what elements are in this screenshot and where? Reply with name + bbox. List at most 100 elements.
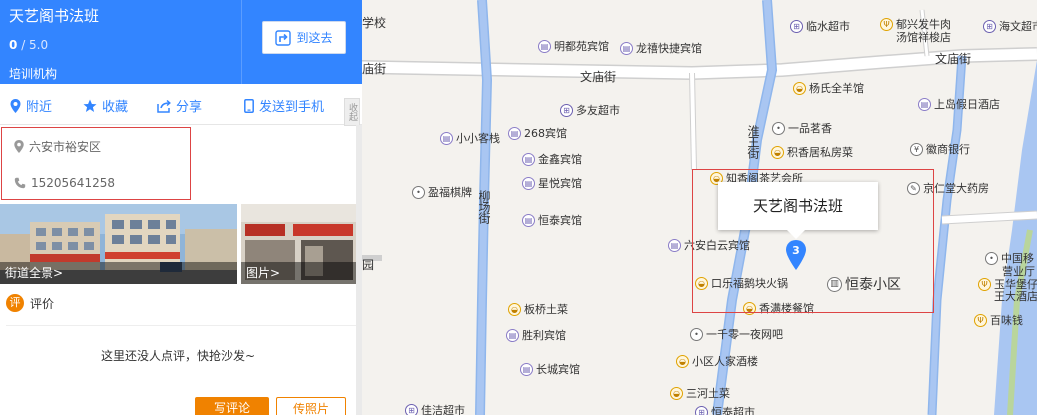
shop-icon: ⊞ [983,19,996,33]
poi-14[interactable]: ▤ 金鑫宾馆 [522,151,582,167]
callout-arrow [787,230,805,239]
review-divider [6,325,356,326]
street-label-liuchang: 柳场街 [477,190,491,223]
panel-scrollbar[interactable] [356,125,362,415]
hotel-icon: ▤ [918,97,931,111]
bank-icon: ¥ [910,142,923,156]
poi-15[interactable]: ▤ 星悦宾馆 [522,175,582,191]
street-label-miao: 庙街 [362,62,387,76]
estate-label[interactable]: ▥ 恒泰小区 [827,274,901,294]
review-badge-icon: 评 [6,294,24,312]
rating-max: / 5.0 [21,38,49,52]
favorite-label: 收藏 [102,100,129,115]
review-header: 评 评价 [6,294,54,312]
poi-5[interactable]: ⊞海文超市 [983,18,1037,34]
poi-11[interactable]: • 一品茗香 [772,120,832,136]
food-icon: Ψ [974,313,987,327]
address-row: 六安市裕安区 [14,138,101,155]
poi-31[interactable]: ◒ 小区人家酒楼 [676,353,758,369]
nearby-label: 附近 [26,100,53,115]
poi-30[interactable]: • 一千零一夜网吧 [690,326,783,342]
phone-text[interactable]: 15205641258 [31,176,115,190]
shop-icon: ⊞ [695,405,708,415]
route-here-button[interactable]: 到这去 [262,21,346,54]
hotel-icon: ▤ [538,39,551,53]
poi-13[interactable]: ¥ 徽商银行 [910,141,970,157]
building-icon: ▥ [827,276,842,292]
food-icon: ◒ [676,354,689,368]
shop-icon: ⊞ [790,19,803,33]
poi-18[interactable]: • 盈福棋牌 [412,184,472,200]
poi-7[interactable]: ▤ 上岛假日酒店 [918,96,1000,112]
poi-29[interactable]: ▤ 胜利宾馆 [506,327,566,343]
food-icon: ◒ [670,386,683,400]
location-pin-icon [10,98,21,113]
place-header: 天艺阁书法班 0 / 5.0 培训机构 到这去 [0,0,362,84]
hotel-icon: ▤ [522,152,535,166]
poi-12[interactable]: ◒ 积香居私房菜 [771,144,853,160]
share-icon [157,99,171,113]
poi-28[interactable]: Ψ 百味钱 [974,312,1023,328]
poi-6[interactable]: ◒ 杨氏全羊馆 [793,80,864,96]
hotel-icon: ▤ [506,328,519,342]
hotel-icon: ▤ [668,238,681,252]
place-photo[interactable]: 图片> [241,204,357,284]
hotel-icon: ▤ [620,41,633,55]
write-review-button[interactable]: 写评论 [195,397,269,415]
place-title: 天艺阁书法班 [9,7,100,25]
place-icon: • [412,185,425,199]
empty-review-text: 这里还没人点评，快抢沙发~ [100,349,256,363]
poi-34[interactable]: ⊞ 佳洁超市 [405,402,465,415]
header-divider [241,0,242,84]
poi-2[interactable]: ⊞ 临水超市 [790,18,850,34]
place-callout[interactable]: 天艺阁书法班 [718,182,878,230]
poi-19[interactable]: ▤ 恒泰宾馆 [522,212,582,228]
poi-33[interactable]: ◒ 三河土菜 [670,385,730,401]
food-icon: ◒ [793,81,806,95]
favorite-button[interactable]: 收藏 [83,96,128,115]
action-bar: 附近 收藏 分享 发送到手机 [0,84,362,125]
collapse-panel-tab[interactable]: 收起 [344,98,360,126]
hotel-icon: ▤ [508,126,521,140]
address-text: 六安市裕安区 [29,140,102,154]
poi-4[interactable]: 汤馆祥梭店 [896,29,951,45]
share-button[interactable]: 分享 [157,96,202,115]
street-view-photo[interactable]: 街道全景> [0,204,237,284]
poi-25[interactable]: 王大酒店 [994,288,1037,304]
photo-strip: 街道全景> 图片> [0,204,362,284]
poi-8[interactable]: ⊞ 多友超市 [560,102,620,118]
place-icon: • [985,251,998,265]
telephone-icon [14,177,26,189]
map-marker-pin-icon[interactable]: 3 [785,240,807,270]
poi-35[interactable]: ⊞ 恒泰超市 [695,404,755,415]
rating-value: 0 [9,38,18,52]
hotel-icon: ▤ [520,362,533,376]
poi-10[interactable]: ▤ 268宾馆 [508,125,567,141]
hotel-icon: ▤ [522,213,535,227]
poi-32[interactable]: ▤ 长城宾馆 [520,361,580,377]
poi-26[interactable]: ◒ 板桥土菜 [508,301,568,317]
phone-icon [244,98,254,113]
send-to-phone-label: 发送到手机 [259,100,325,115]
phone-row: 15205641258 [14,176,115,190]
shop-icon: ⊞ [405,403,418,415]
food-icon: Ψ [978,277,991,291]
marker-number: 3 [792,244,800,257]
street-label-huaiwang: 淮王街 [746,125,760,158]
contact-info-box: 六安市裕安区 15205641258 [1,127,191,200]
street-label-school: 学校 [362,16,387,30]
place-icon: • [690,327,703,341]
map-canvas[interactable]: 学校 庙街 文庙街 文庙街 淮王街 柳场街 园 ▤ 明都苑宾馆 ▤ 龙禧快捷宾馆 ⊞… [362,0,1037,415]
street-label-fang: 园 [362,258,375,272]
poi-0[interactable]: ▤ 明都苑宾馆 [538,38,609,54]
send-to-phone-button[interactable]: 发送到手机 [244,96,324,115]
review-title: 评价 [30,296,55,311]
nearby-button[interactable]: 附近 [10,96,52,115]
place-icon: • [772,121,785,135]
upload-photo-button[interactable]: 传照片 [276,397,346,415]
poi-9[interactable]: ▤ 小小客栈 [440,130,500,146]
route-here-label: 到这去 [296,31,333,45]
poi-1[interactable]: ▤ 龙禧快捷宾馆 [620,40,702,56]
place-category: 培训机构 [9,67,58,81]
food-icon: ◒ [508,302,521,316]
